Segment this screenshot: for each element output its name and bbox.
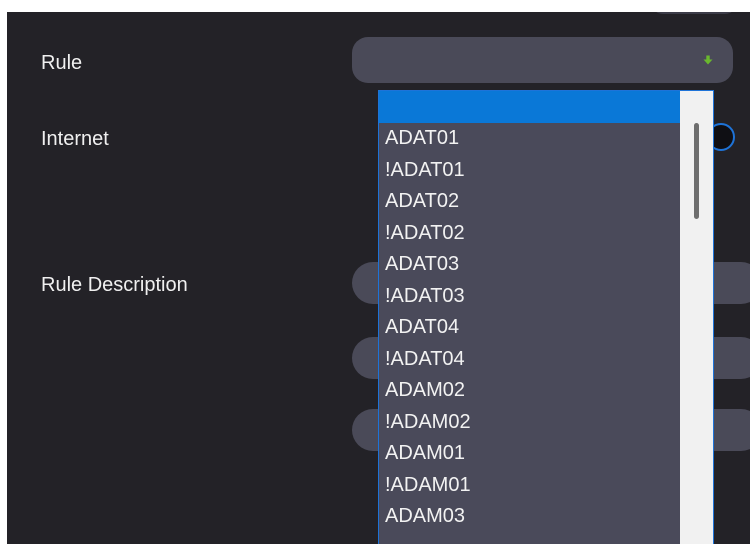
rule-dropdown-list[interactable]: ADAT01 !ADAT01 ADAT02 !ADAT02 ADAT03 !ADAT03 A… — [378, 90, 714, 544]
dropdown-option[interactable]: !ADAT04 — [379, 344, 680, 376]
dropdown-option[interactable]: ADAT02 — [379, 186, 680, 218]
dropdown-option[interactable]: ADAT04 — [379, 312, 680, 344]
rule-description-label: Rule Description — [41, 274, 188, 296]
dropdown-option[interactable]: ADAM01 — [379, 438, 680, 470]
dropdown-option[interactable]: !ADAT02 — [379, 218, 680, 250]
dropdown-option[interactable]: ADAM02 — [379, 375, 680, 407]
dropdown-option[interactable]: !ADAT03 — [379, 281, 680, 313]
rule-label: Rule — [41, 52, 83, 74]
scrollbar[interactable] — [680, 91, 713, 544]
dropdown-option[interactable]: !ADAM02 — [379, 407, 680, 439]
internet-label: Internet — [41, 128, 109, 150]
top-tab[interactable] — [651, 12, 737, 14]
dropdown-options: ADAT01 !ADAT01 ADAT02 !ADAT02 ADAT03 !ADAT03 A… — [379, 91, 680, 533]
dropdown-option[interactable]: ADAM03 — [379, 501, 680, 533]
chevron-down-icon — [703, 55, 713, 65]
dropdown-option[interactable]: !ADAM01 — [379, 470, 680, 502]
dropdown-option[interactable]: ADAT01 — [379, 123, 680, 155]
dropdown-option[interactable]: ADAT03 — [379, 249, 680, 281]
dropdown-option-selected[interactable] — [379, 91, 680, 123]
dropdown-option[interactable]: !ADAT01 — [379, 155, 680, 187]
rule-select[interactable] — [352, 37, 733, 83]
scrollbar-thumb[interactable] — [694, 123, 699, 219]
